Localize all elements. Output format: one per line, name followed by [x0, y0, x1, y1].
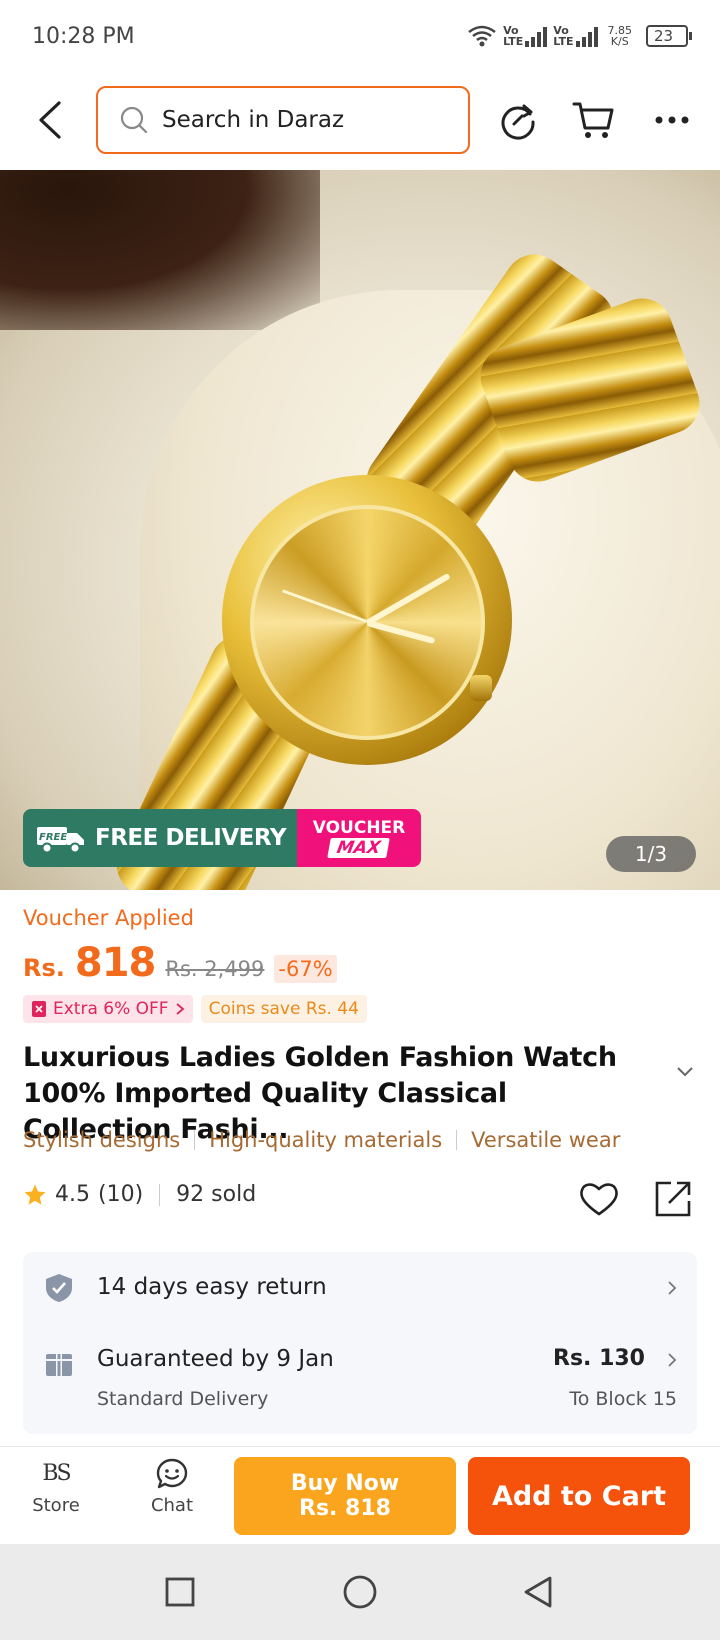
wishlist-button[interactable] — [576, 1176, 622, 1222]
delivery-price: Rs. 130 — [553, 1346, 645, 1371]
more-options-button[interactable] — [650, 98, 694, 142]
feature-item: High-quality materials — [209, 1128, 443, 1152]
watch-crown — [470, 675, 492, 701]
buy-now-label: Buy Now — [290, 1471, 400, 1496]
promo-banner: FREE FREE DELIVERY VOUCHER MAX — [23, 809, 421, 867]
chevron-down-icon[interactable] — [676, 1066, 694, 1078]
free-delivery-badge: FREE FREE DELIVERY — [23, 809, 297, 867]
signal-bars-icon — [575, 27, 598, 47]
rating-value: 4.5 — [55, 1182, 90, 1207]
signal-bars-icon — [525, 27, 548, 47]
square-icon — [165, 1577, 195, 1607]
feature-item: Stylish designs — [23, 1128, 181, 1152]
bottom-action-bar: BS Store Chat Buy Now Rs. 818 Add to Car… — [0, 1446, 720, 1544]
share-button[interactable] — [650, 1176, 696, 1222]
product-image[interactable] — [0, 170, 720, 890]
store-label: Store — [32, 1495, 80, 1516]
top-header: Search in Daraz — [0, 80, 720, 160]
status-time: 10:28 PM — [32, 23, 135, 49]
free-delivery-text: FREE DELIVERY — [95, 825, 287, 851]
add-to-cart-label: Add to Cart — [491, 1480, 667, 1512]
battery-level: 23 — [654, 27, 674, 45]
buy-now-button[interactable]: Buy Now Rs. 818 — [234, 1457, 456, 1535]
feature-highlights: Stylish designs High-quality materials V… — [23, 1128, 620, 1152]
extra-off-tag[interactable]: Extra 6% OFF — [23, 995, 193, 1023]
share-refresh-button[interactable] — [496, 98, 540, 142]
chat-icon — [156, 1458, 188, 1489]
image-background-shadow — [0, 170, 320, 330]
discount-badge: -67% — [274, 955, 337, 983]
voucher-text: VOUCHER — [312, 818, 406, 838]
store-logo: BS — [42, 1461, 71, 1486]
sim2-lte: LTE — [553, 35, 574, 48]
store-button[interactable]: BS Store — [16, 1457, 96, 1516]
chevron-right-icon — [176, 1003, 184, 1015]
chat-button[interactable]: Chat — [132, 1457, 212, 1516]
service-card: 14 days easy return Guaranteed by 9 Jan … — [23, 1252, 697, 1434]
sim1-lte: LTE — [503, 35, 524, 48]
coins-save-text: Coins save Rs. 44 — [208, 999, 359, 1019]
free-tag: FREE — [39, 832, 67, 843]
price-row: Rs. 818 Rs. 2,499 -67% — [23, 940, 337, 986]
speed-unit: K/S — [610, 35, 629, 48]
rating-divider — [159, 1183, 161, 1206]
voucher-icon — [32, 1001, 46, 1017]
cart-button[interactable] — [572, 98, 616, 142]
status-icons: Vo LTE Vo LTE 7.85 K/S 23 — [467, 24, 692, 48]
system-nav-bar — [0, 1544, 720, 1640]
share-refresh-icon — [501, 104, 535, 140]
buy-now-price: Rs. 818 — [299, 1496, 391, 1521]
rating-count: (10) — [98, 1182, 144, 1207]
chat-label: Chat — [150, 1495, 194, 1516]
voucher-max-badge: VOUCHER MAX — [297, 809, 421, 867]
battery-icon: 23 — [646, 25, 692, 47]
delivery-row[interactable]: Guaranteed by 9 Jan Standard Delivery Rs… — [23, 1326, 697, 1434]
triangle-back-icon — [524, 1576, 552, 1608]
sim1-signal: Vo LTE — [503, 25, 548, 48]
rating-row[interactable]: 4.5 (10) 92 sold — [23, 1182, 256, 1207]
network-speed: 7.85 K/S — [608, 25, 633, 47]
feature-item: Versatile wear — [471, 1128, 621, 1152]
more-icon — [655, 116, 689, 124]
promo-tags: Extra 6% OFF Coins save Rs. 44 — [23, 995, 367, 1023]
heart-icon — [580, 1183, 618, 1216]
delivery-type: Standard Delivery — [97, 1388, 269, 1410]
return-policy-row[interactable]: 14 days easy return — [23, 1252, 697, 1326]
price-original: Rs. 2,499 — [165, 957, 265, 981]
wifi-icon — [468, 25, 496, 47]
feature-divider — [194, 1130, 196, 1150]
cart-icon — [572, 102, 614, 138]
extra-off-text: Extra 6% OFF — [53, 999, 169, 1019]
star-icon — [24, 1184, 46, 1205]
price-currency: Rs. — [23, 954, 65, 982]
return-policy-text: 14 days easy return — [97, 1274, 327, 1300]
shield-check-icon — [46, 1274, 72, 1302]
system-back-button[interactable] — [516, 1570, 560, 1614]
search-input[interactable]: Search in Daraz — [96, 86, 470, 154]
max-text: MAX — [327, 838, 391, 858]
image-counter: 1/3 — [606, 836, 696, 872]
status-bar: 10:28 PM Vo LTE Vo LTE 7.85 K/S 23 — [0, 0, 720, 72]
search-placeholder: Search in Daraz — [162, 107, 345, 133]
delivery-truck-icon: FREE — [37, 827, 84, 854]
price-current: 818 — [74, 940, 156, 986]
back-icon — [39, 101, 61, 139]
package-icon — [46, 1354, 72, 1376]
delivery-guarantee: Guaranteed by 9 Jan — [97, 1346, 334, 1372]
search-icon — [120, 106, 148, 134]
recents-button[interactable] — [158, 1570, 202, 1614]
delivery-destination: To Block 15 — [569, 1388, 677, 1410]
chevron-right-icon — [668, 1281, 677, 1295]
add-to-cart-button[interactable]: Add to Cart — [468, 1457, 690, 1535]
voucher-applied-label: Voucher Applied — [23, 906, 194, 930]
sold-count: 92 sold — [176, 1182, 257, 1207]
share-icon — [655, 1181, 691, 1217]
coins-save-tag[interactable]: Coins save Rs. 44 — [200, 995, 367, 1023]
circle-icon — [343, 1575, 377, 1609]
back-button[interactable] — [28, 98, 72, 142]
chevron-right-icon — [668, 1353, 677, 1367]
home-button[interactable] — [338, 1570, 382, 1614]
feature-divider — [456, 1130, 458, 1150]
sim2-signal: Vo LTE — [553, 25, 598, 48]
